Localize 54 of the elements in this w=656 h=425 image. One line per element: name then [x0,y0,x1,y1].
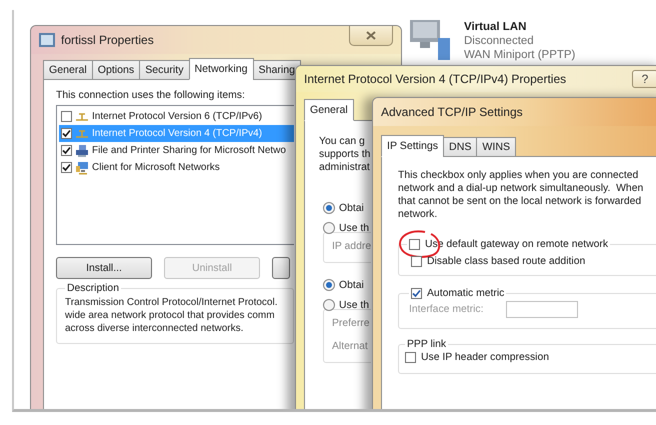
checkbox[interactable] [61,145,72,156]
group-title: PPP link [406,339,448,350]
tab[interactable]: General [43,60,93,80]
radio-label: Use th [339,222,370,234]
list-item[interactable]: Client for Microsoft Networks [59,159,294,176]
checkbox[interactable] [405,352,416,363]
checkbox[interactable] [61,111,72,122]
dialog-button[interactable] [272,257,290,279]
network-protocol-icon [75,128,89,138]
radio-button[interactable] [323,222,335,234]
field-label: Interface metric: [409,304,484,315]
checkbox[interactable] [61,162,72,173]
tab[interactable]: Networking [188,58,254,80]
radio-button[interactable] [323,279,335,291]
tab[interactable]: Sharing [252,60,302,80]
radio-label: Obtai [339,202,364,214]
info-text: This checkbox only applies when you are connected network and a dial-up network simultaneously. When that cannot be sent on the local network is forwarded network. [398,169,644,221]
network-window-icon [39,33,55,47]
window-title: Advanced TCP/IP Settings [381,105,523,119]
list-item[interactable]: Internet Protocol Version 6 (TCP/IPv6) [59,108,294,125]
radio-button[interactable] [323,202,335,214]
tab[interactable]: WINS [476,137,516,157]
items-label: This connection uses the following items: [56,90,245,101]
radio-button[interactable] [323,299,335,311]
checkbox[interactable] [409,239,420,250]
checkbox-label: Disable class based route addition [427,256,586,267]
tab[interactable]: IP Settings [381,135,444,157]
help-button[interactable]: ? [632,70,656,88]
radio-label: Obtai [339,280,364,290]
checkbox-label: Use IP header compression [421,352,550,363]
window-title: Internet Protocol Version 4 (TCP/IPv4) Properties [304,72,566,86]
tab[interactable]: Options [92,60,140,80]
checkbox-label: Automatic metric [427,288,504,299]
tab[interactable]: Security [139,60,190,80]
tab[interactable]: DNS [443,137,478,157]
list-item[interactable]: File and Printer Sharing for Microsoft Netwo [59,142,294,159]
intro-text: You can g supports th administrat [319,135,370,174]
connection-name: Virtual LAN [464,20,526,34]
network-protocol-icon [75,112,89,122]
dialog-button[interactable]: Install... [56,257,152,279]
close-icon [366,31,376,40]
group-title: Description [66,283,120,294]
description-text: Transmission Control Protocol/Internet Protocol. wide area network protocol that provides comm across diverse interconnected networks. [65,296,278,335]
checkbox[interactable] [61,128,72,139]
checkbox[interactable] [411,288,422,299]
tab[interactable]: General [304,99,354,121]
close-button[interactable] [349,26,393,46]
computer-icon [75,160,89,174]
checkbox[interactable] [411,256,422,267]
radio-label: Use th [339,300,370,310]
connection-status: Disconnected [464,34,534,48]
device-name: WAN Miniport (PPTP) [464,48,576,62]
window-title: fortissl Properties [61,33,154,47]
printer-icon [75,144,89,158]
